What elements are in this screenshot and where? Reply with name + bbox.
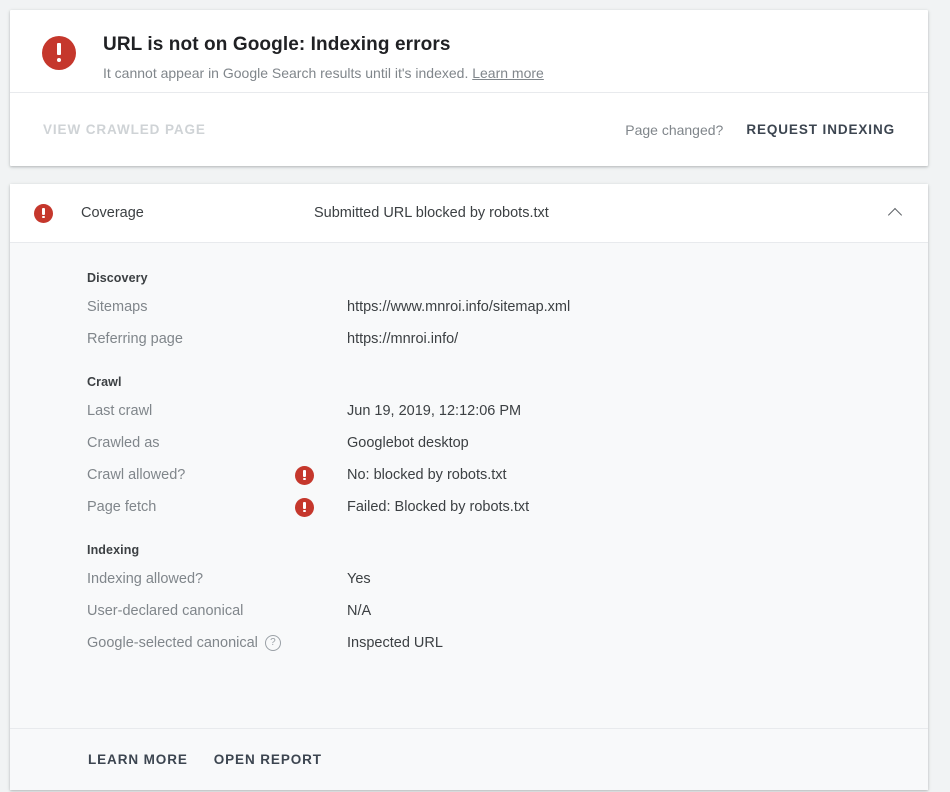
detail-row-label-text: Crawl allowed?	[87, 467, 186, 483]
section-title: Crawl	[87, 375, 122, 389]
error-icon	[295, 497, 314, 517]
detail-row: Last crawl Jun 19, 2019, 12:12:06 PM	[34, 395, 904, 427]
error-icon	[34, 203, 53, 223]
detail-row: User-declared canonical N/A	[34, 595, 904, 627]
detail-row-value: No: blocked by robots.txt	[347, 467, 507, 483]
status-text-block: URL is not on Google: Indexing errors It…	[103, 32, 544, 83]
detail-row-label: Sitemaps	[87, 299, 295, 315]
status-actions-right: Page changed? REQUEST INDEXING	[625, 114, 904, 145]
detail-row-label-text: Google-selected canonical	[87, 635, 258, 651]
status-header: URL is not on Google: Indexing errors It…	[10, 10, 928, 92]
detail-row-icon-slot	[295, 465, 347, 485]
request-indexing-button[interactable]: REQUEST INDEXING	[737, 114, 904, 145]
detail-row: Referring page https://mnroi.info/	[34, 323, 904, 355]
view-crawled-page-button[interactable]: VIEW CRAWLED PAGE	[34, 114, 215, 145]
open-report-button[interactable]: OPEN REPORT	[204, 744, 332, 775]
status-subtitle: It cannot appear in Google Search result…	[103, 63, 544, 83]
url-status-card: URL is not on Google: Indexing errors It…	[10, 10, 928, 166]
detail-row-label-text: Crawled as	[87, 435, 160, 451]
coverage-card: Coverage Submitted URL blocked by robots…	[10, 184, 928, 790]
error-icon	[42, 36, 76, 70]
detail-row-icon-slot	[295, 497, 347, 517]
detail-row-value: https://mnroi.info/	[347, 331, 459, 347]
detail-row-label: Crawled as	[87, 435, 295, 451]
detail-row: Page fetch Failed: Blocked by robots.txt	[34, 491, 904, 523]
detail-row-value: Googlebot desktop	[347, 435, 469, 451]
coverage-details-body: Discovery Sitemaps https://www.mnroi.info/…	[10, 242, 928, 728]
coverage-label: Coverage	[81, 205, 144, 221]
page-title: URL is not on Google: Indexing errors	[103, 34, 451, 55]
detail-row-label-text: User-declared canonical	[87, 603, 244, 619]
page-changed-label: Page changed?	[625, 121, 724, 138]
detail-row: Indexing allowed? Yes	[34, 563, 904, 595]
coverage-footer: LEARN MORE OPEN REPORT	[10, 728, 928, 790]
detail-row-value: Jun 19, 2019, 12:12:06 PM	[347, 403, 522, 419]
detail-row-label-text: Page fetch	[87, 499, 157, 515]
page-root: URL is not on Google: Indexing errors It…	[0, 0, 950, 792]
detail-row-label: User-declared canonical	[87, 603, 295, 619]
section-title: Discovery	[87, 271, 148, 285]
detail-row-label: Referring page	[87, 331, 295, 347]
detail-row: Crawled as Googlebot desktop	[34, 427, 904, 459]
section-title: Indexing	[87, 543, 140, 557]
detail-row-label: Crawl allowed?	[87, 467, 295, 483]
detail-row-value: https://www.mnroi.info/sitemap.xml	[347, 299, 571, 315]
coverage-status-value: Submitted URL blocked by robots.txt	[314, 205, 549, 221]
detail-row: Google-selected canonical? Inspected URL	[34, 627, 904, 659]
help-icon[interactable]: ?	[264, 635, 281, 651]
detail-row-value: Yes	[347, 571, 371, 587]
detail-row-label-text: Indexing allowed?	[87, 571, 204, 587]
detail-row-value: Failed: Blocked by robots.txt	[347, 499, 530, 515]
detail-row-label: Last crawl	[87, 403, 295, 419]
detail-row-label-text: Last crawl	[87, 403, 153, 419]
learn-more-button[interactable]: LEARN MORE	[78, 744, 198, 775]
status-subtitle-text: It cannot appear in Google Search result…	[103, 65, 469, 81]
detail-row-label: Page fetch	[87, 499, 295, 515]
detail-row-label: Google-selected canonical?	[87, 635, 295, 651]
status-actions-bar: VIEW CRAWLED PAGE Page changed? REQUEST …	[10, 93, 928, 166]
learn-more-link[interactable]: Learn more	[472, 65, 544, 81]
detail-row: Sitemaps https://www.mnroi.info/sitemap.x…	[34, 291, 904, 323]
detail-row-label-text: Referring page	[87, 331, 183, 347]
detail-row-value: Inspected URL	[347, 635, 443, 651]
detail-row-label: Indexing allowed?	[87, 571, 295, 587]
detail-row-label-text: Sitemaps	[87, 299, 148, 315]
detail-row: Crawl allowed? No: blocked by robots.txt	[34, 459, 904, 491]
error-icon	[295, 465, 314, 485]
chevron-up-icon[interactable]	[884, 201, 908, 225]
detail-row-value: N/A	[347, 603, 372, 619]
coverage-header[interactable]: Coverage Submitted URL blocked by robots…	[10, 184, 928, 242]
